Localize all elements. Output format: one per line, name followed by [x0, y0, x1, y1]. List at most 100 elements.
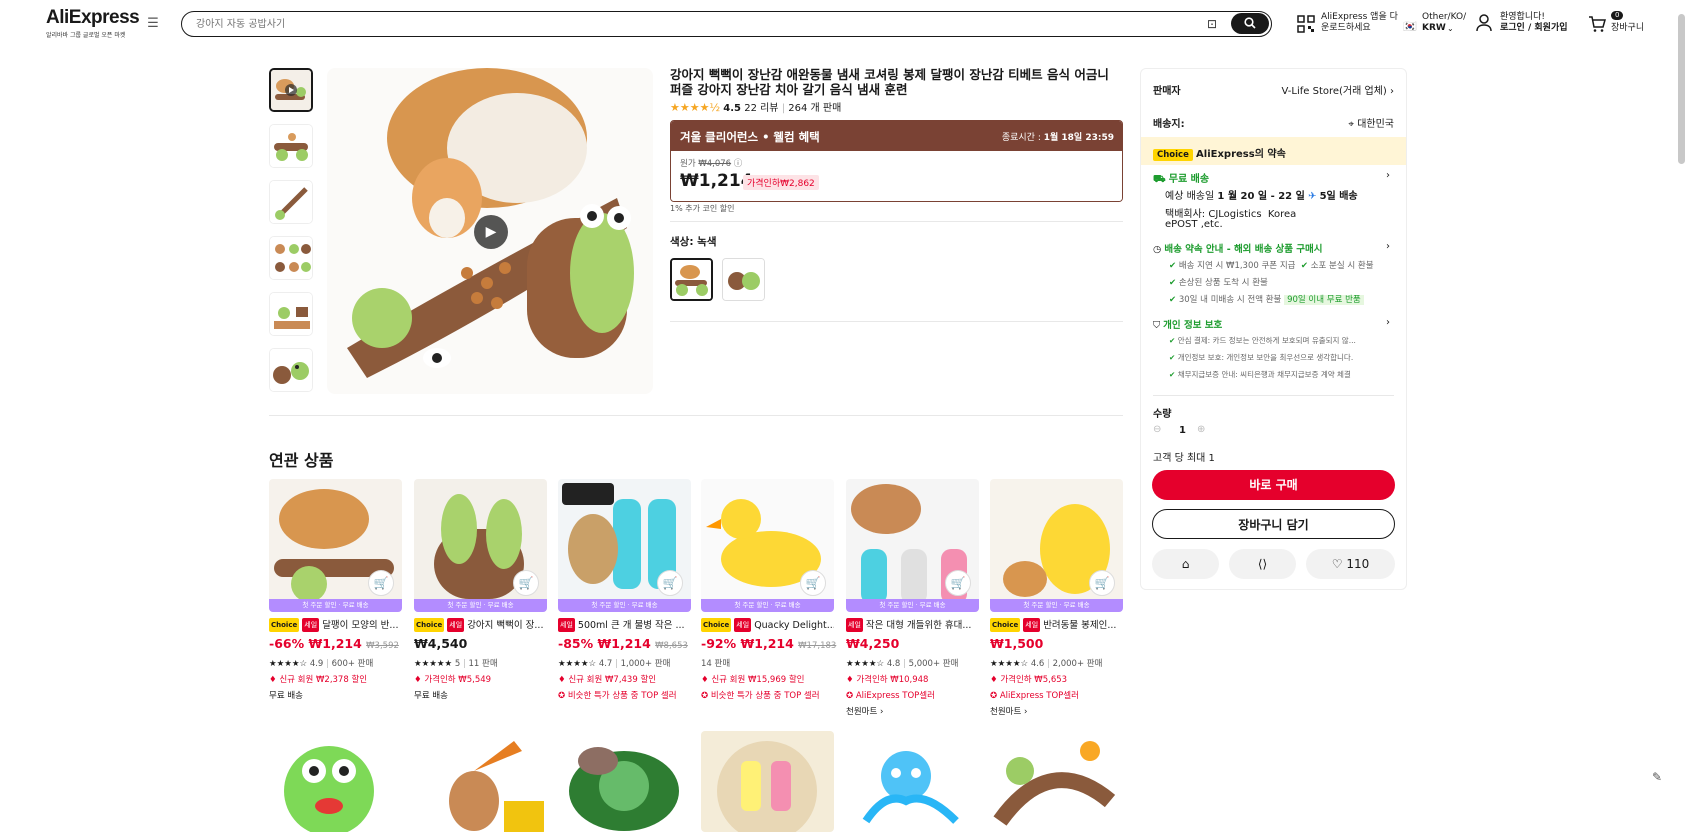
qr-code-icon	[1297, 15, 1315, 33]
related-card-image[interactable]: 첫 주문 할인 · 무료 배송 🛒	[701, 479, 834, 612]
privacy-item: ✔ 안심 결제: 카드 정보는 안전하게 보호되며 유출되지 않...	[1169, 335, 1356, 346]
search-button[interactable]	[1231, 13, 1269, 34]
rating-line: ★★★★☆ 4.6 | 2,000+ 판매	[990, 659, 1103, 669]
seller-link[interactable]: V-Life Store(거래 업체) ›	[1282, 82, 1394, 97]
qty-value[interactable]: 1	[1179, 425, 1186, 436]
thumbnail-2[interactable]	[269, 124, 313, 168]
search-icon	[1244, 17, 1256, 29]
search-input[interactable]	[196, 16, 1176, 32]
qty-plus-button[interactable]: ⊕	[1197, 424, 1205, 435]
store-button[interactable]: ⌂	[1152, 549, 1219, 579]
related-card-title[interactable]: 세일 작은 대형 개들위한 휴대...	[846, 618, 979, 632]
user-icon	[1476, 14, 1492, 32]
related-card[interactable]: 첫 주문 할인 · 무료 배송 🛒 세일 작은 대형 개들위한 휴대... ₩4,25…	[846, 479, 979, 717]
promo-line-2-text: 비슷한 특가 상품 중 TOP 셀러	[710, 691, 820, 701]
choice-promise-row: Choice AliExpress의 약속	[1153, 145, 1286, 161]
account-line-2: 로그인 / 회원가입	[1500, 23, 1568, 33]
related-card-price: -85% ₩1,214 ₩8,653	[558, 636, 691, 653]
rating-value: 4.6	[1030, 659, 1045, 669]
related-card-image[interactable]: 첫 주문 할인 · 무료 배송 🛒	[269, 479, 402, 612]
promo-line-1: ♦ 가격인하 ₩5,549	[414, 675, 492, 685]
related-card[interactable]: 첫 주문 할인 · 무료 배송 🛒 Choice 세일 달팽이 모양의 반... -6…	[269, 479, 402, 701]
check-icon: ✔	[1169, 336, 1176, 345]
promo-line-1: ♦ 가격인하 ₩10,948	[846, 675, 929, 685]
privacy-item-text: 채무지급보증 안내: 씨티은행과 채무지급보증 계약 체결	[1177, 370, 1351, 379]
related-card-title[interactable]: Choice 세일 Quacky Delight...	[701, 618, 834, 632]
related-card-title[interactable]: Choice 세일 반려동물 봉제인...	[990, 618, 1123, 632]
play-video-button[interactable]: ▶	[474, 215, 508, 249]
thumbnail-4[interactable]	[269, 236, 313, 280]
related-card-title[interactable]: Choice 세일 달팽이 모양의 반...	[269, 618, 402, 632]
rating-line: ★★★★☆ 4.7 | 1,000+ 판매	[558, 659, 671, 669]
review-count[interactable]: 22 리뷰	[744, 103, 778, 114]
thumbnail-3[interactable]	[269, 180, 313, 224]
aliexpress-logo[interactable]: AliExpress 알리바바 그룹 글로벌 오픈 마켓	[46, 7, 140, 40]
related-card-title[interactable]: 세일 500ml 큰 개 물병 작은 ...	[558, 618, 691, 632]
logo-text: AliExpress	[46, 7, 140, 28]
add-to-cart-icon[interactable]: 🛒	[513, 570, 539, 596]
related-card-title-text: 강아지 뻑뻑이 장...	[467, 620, 544, 631]
add-to-cart-icon[interactable]: 🛒	[1089, 570, 1115, 596]
ship-to-selector[interactable]: ⌖ 대한민국	[1348, 115, 1394, 130]
choice-tag: Choice	[269, 618, 300, 632]
chevron-right-icon[interactable]: ›	[1386, 241, 1390, 252]
related-card-image[interactable]: 첫 주문 할인 · 무료 배송 🛒	[990, 479, 1123, 612]
related-card-row2[interactable]	[990, 731, 1123, 832]
related-card-row2[interactable]	[414, 731, 547, 832]
thumbnail-video[interactable]	[269, 68, 313, 112]
related-card[interactable]: 첫 주문 할인 · 무료 배송 🛒 세일 500ml 큰 개 물병 작은 ... -8…	[558, 479, 691, 701]
region-line-1: Other/KO/	[1422, 12, 1467, 22]
choice-tag: Choice	[701, 618, 732, 632]
thumbnail-6[interactable]	[269, 348, 313, 392]
add-to-cart-button[interactable]: 장바구니 담기	[1152, 509, 1395, 539]
chevron-right-icon[interactable]: ›	[1386, 317, 1390, 328]
delivery-promise-row[interactable]: ◷ 배송 약속 안내 - 해외 배송 상품 구매시	[1153, 241, 1323, 255]
qty-minus-button[interactable]: ⊖	[1153, 424, 1161, 435]
app-line-2: 운로드하세요	[1321, 23, 1371, 33]
original-price: 원가 ₩4,076 ⓘ	[680, 157, 742, 169]
feedback-edit-icon[interactable]: ✎	[1652, 770, 1662, 784]
store-link[interactable]: 천원마트 ›	[990, 705, 1123, 717]
related-card-row2[interactable]	[558, 731, 691, 832]
promo-line-2-text: 무료 배송	[414, 691, 448, 701]
related-card[interactable]: 첫 주문 할인 · 무료 배송 🛒 Choice 세일 반려동물 봉제인... ₩1,…	[990, 479, 1123, 717]
thumbnail-5[interactable]	[269, 292, 313, 336]
color-label: 색상: 녹색	[670, 236, 717, 248]
promo-line-1-text: 가격인하 ₩5,653	[1000, 675, 1068, 685]
wish-count: 110	[1346, 557, 1370, 571]
main-product-image[interactable]: ▶	[327, 68, 653, 394]
rating-line: 14 판매	[701, 657, 834, 669]
related-card[interactable]: 첫 주문 할인 · 무료 배송 🛒 Choice 세일 Quacky Delight…	[701, 479, 836, 701]
related-card-row2[interactable]	[269, 731, 402, 832]
related-card-image[interactable]: 첫 주문 할인 · 무료 배송 🛒	[846, 479, 979, 612]
image-search-icon[interactable]: ⊡	[1203, 15, 1221, 33]
sale-price: ₩1,214	[680, 171, 753, 191]
store-link[interactable]: 천원마트 ›	[846, 705, 979, 717]
related-card-title[interactable]: Choice 세일 강아지 뻑뻑이 장...	[414, 618, 547, 632]
color-swatch-green[interactable]	[670, 258, 713, 301]
related-card[interactable]: 첫 주문 할인 · 무료 배송 🛒 Choice 세일 강아지 뻑뻑이 장... ₩4…	[414, 479, 547, 701]
color-swatch-2[interactable]	[722, 258, 765, 301]
chevron-right-icon[interactable]: ›	[1386, 170, 1390, 181]
buy-now-button[interactable]: 바로 구매	[1152, 470, 1395, 500]
related-card-row2[interactable]	[846, 731, 979, 832]
check-icon: ✔	[1300, 261, 1308, 271]
free-shipping-row[interactable]: ⛟ 무료 배송	[1153, 170, 1209, 187]
sold-count: 2,000+ 판매	[1052, 659, 1103, 669]
wishlist-button[interactable]: ♡ 110	[1306, 549, 1395, 579]
add-to-cart-icon[interactable]: 🛒	[945, 570, 971, 596]
add-to-cart-icon[interactable]: 🛒	[657, 570, 683, 596]
share-button[interactable]: ⟨⟩	[1229, 549, 1296, 579]
related-card-image[interactable]: 첫 주문 할인 · 무료 배송 🛒	[558, 479, 691, 612]
add-to-cart-icon[interactable]: 🛒	[800, 570, 826, 596]
add-to-cart-icon[interactable]: 🛒	[368, 570, 394, 596]
page-scrollbar[interactable]	[1678, 14, 1685, 164]
info-icon[interactable]: ⓘ	[734, 159, 743, 169]
promise-item: ✔ 손상된 상품 도착 시 환불	[1169, 276, 1268, 288]
promo-line-1-text: 신규 회원 ₩7,439 할인	[568, 675, 657, 685]
hamburger-menu-icon[interactable]: ☰	[145, 16, 161, 32]
privacy-item: ✔ 개인정보 보호: 개인정보 보안을 최우선으로 생각합니다.	[1169, 352, 1353, 363]
related-card-image[interactable]: 첫 주문 할인 · 무료 배송 🛒	[414, 479, 547, 612]
privacy-row[interactable]: ⛉ 개인 정보 보호	[1153, 317, 1222, 331]
related-card-row2[interactable]	[701, 731, 834, 832]
